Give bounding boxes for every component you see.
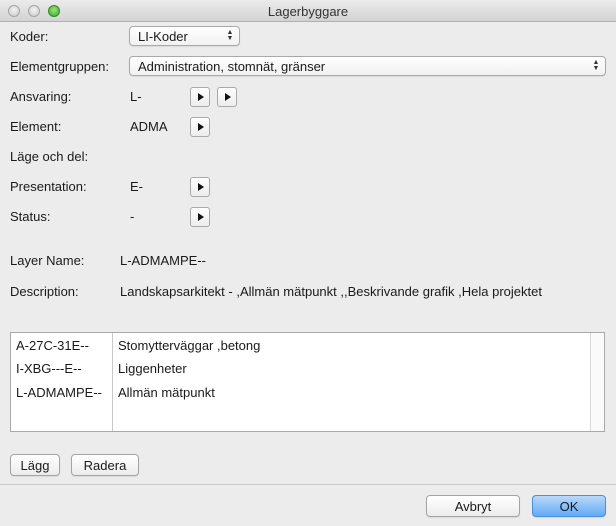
layer-list[interactable]: A-27C-31E-- Stomytterväggar ,betong I-XB… bbox=[10, 332, 605, 432]
delete-button[interactable]: Radera bbox=[71, 454, 139, 476]
elementgruppen-label: Elementgruppen: bbox=[10, 59, 110, 74]
play-right-icon bbox=[225, 93, 231, 101]
element-label: Element: bbox=[10, 119, 62, 134]
presentation-label: Presentation: bbox=[10, 179, 87, 194]
layer-description: Liggenheter bbox=[118, 361, 187, 376]
description-value: Landskapsarkitekt - ,Allmän mätpunkt ,,B… bbox=[120, 284, 542, 299]
cancel-button[interactable]: Avbryt bbox=[426, 495, 520, 517]
vertical-scrollbar[interactable] bbox=[590, 333, 604, 431]
presentation-value: E- bbox=[130, 179, 143, 194]
layer-name-value: L-ADMAMPE-- bbox=[120, 253, 206, 268]
layer-description: Allmän mätpunkt bbox=[118, 385, 215, 400]
title-bar: Lagerbyggare bbox=[0, 0, 616, 22]
play-right-icon bbox=[198, 213, 204, 221]
layer-code: A-27C-31E-- bbox=[16, 338, 89, 353]
divider bbox=[0, 484, 616, 485]
ansvaring-step-button-1[interactable] bbox=[190, 87, 210, 107]
add-button[interactable]: Lägg bbox=[10, 454, 60, 476]
element-step-button[interactable] bbox=[190, 117, 210, 137]
element-value: ADMA bbox=[130, 119, 168, 134]
play-right-icon bbox=[198, 93, 204, 101]
status-label: Status: bbox=[10, 209, 51, 224]
play-right-icon bbox=[198, 183, 204, 191]
lage-label: Läge och del: bbox=[10, 149, 89, 164]
ansvaring-label: Ansvaring: bbox=[10, 89, 72, 104]
koder-popup-value: LI-Koder bbox=[138, 29, 188, 44]
description-label: Description: bbox=[10, 284, 79, 299]
ok-button[interactable]: OK bbox=[532, 495, 606, 517]
ansvaring-value: L- bbox=[130, 89, 142, 104]
elementgruppen-popup[interactable]: Administration, stomnät, gränser ▲ ▼ bbox=[129, 56, 606, 76]
status-step-button[interactable] bbox=[190, 207, 210, 227]
list-item[interactable]: A-27C-31E-- Stomytterväggar ,betong bbox=[11, 335, 591, 357]
status-value: - bbox=[130, 209, 135, 224]
presentation-step-button[interactable] bbox=[190, 177, 210, 197]
play-right-icon bbox=[198, 123, 204, 131]
layer-description: Stomytterväggar ,betong bbox=[118, 338, 261, 353]
updown-chevron-icon: ▲ ▼ bbox=[226, 29, 234, 42]
elementgruppen-popup-value: Administration, stomnät, gränser bbox=[138, 59, 326, 74]
updown-chevron-icon: ▲ ▼ bbox=[592, 59, 600, 72]
layer-name-label: Layer Name: bbox=[10, 253, 85, 268]
koder-label: Koder: bbox=[10, 29, 49, 44]
lagerbyggare-window: Lagerbyggare Koder: LI-Koder ▲ ▼ Elementg… bbox=[0, 0, 616, 526]
koder-popup[interactable]: LI-Koder ▲ ▼ bbox=[129, 26, 240, 46]
list-item[interactable]: L-ADMAMPE-- Allmän mätpunkt bbox=[11, 382, 591, 404]
layer-code: L-ADMAMPE-- bbox=[16, 385, 102, 400]
window-title: Lagerbyggare bbox=[267, 4, 349, 19]
list-item[interactable]: I-XBG---E-- Liggenheter bbox=[11, 358, 591, 380]
layer-code: I-XBG---E-- bbox=[16, 361, 82, 376]
ansvaring-step-button-2[interactable] bbox=[217, 87, 237, 107]
